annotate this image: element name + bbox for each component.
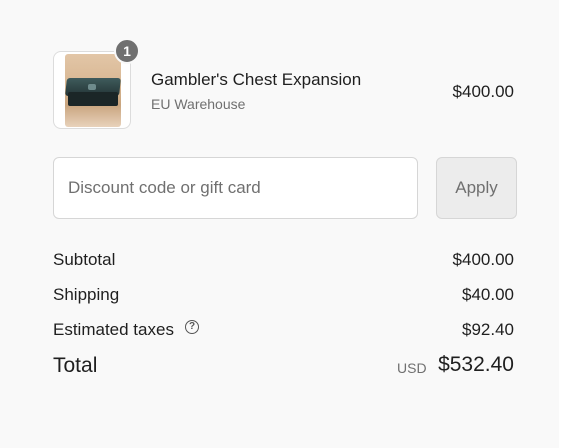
- help-icon[interactable]: ?: [185, 320, 199, 334]
- subtotal-value: $400.00: [452, 250, 514, 269]
- estimated-taxes-value: $92.40: [462, 320, 514, 339]
- shipping-label: Shipping: [53, 285, 120, 304]
- order-summary-panel: 1 Gambler's Chest Expansion EU Warehouse…: [0, 0, 559, 448]
- total-label: Total: [53, 354, 98, 377]
- currency-code: USD: [397, 360, 427, 376]
- product-name: Gambler's Chest Expansion: [151, 70, 362, 89]
- discount-code-input[interactable]: [53, 157, 418, 219]
- subtotal-label: Subtotal: [53, 250, 116, 269]
- product-price: $400.00: [452, 82, 514, 101]
- shipping-value: $40.00: [462, 285, 514, 304]
- apply-discount-button[interactable]: Apply: [436, 157, 517, 219]
- chest-emblem-graphic: [88, 84, 96, 90]
- quantity-badge: 1: [114, 38, 140, 64]
- product-image: [65, 54, 121, 127]
- product-variant: EU Warehouse: [151, 96, 246, 112]
- estimated-taxes-label: Estimated taxes: [53, 320, 174, 339]
- total-value: $532.40: [438, 353, 514, 376]
- product-thumbnail: [53, 51, 131, 129]
- chest-body-graphic: [68, 92, 118, 106]
